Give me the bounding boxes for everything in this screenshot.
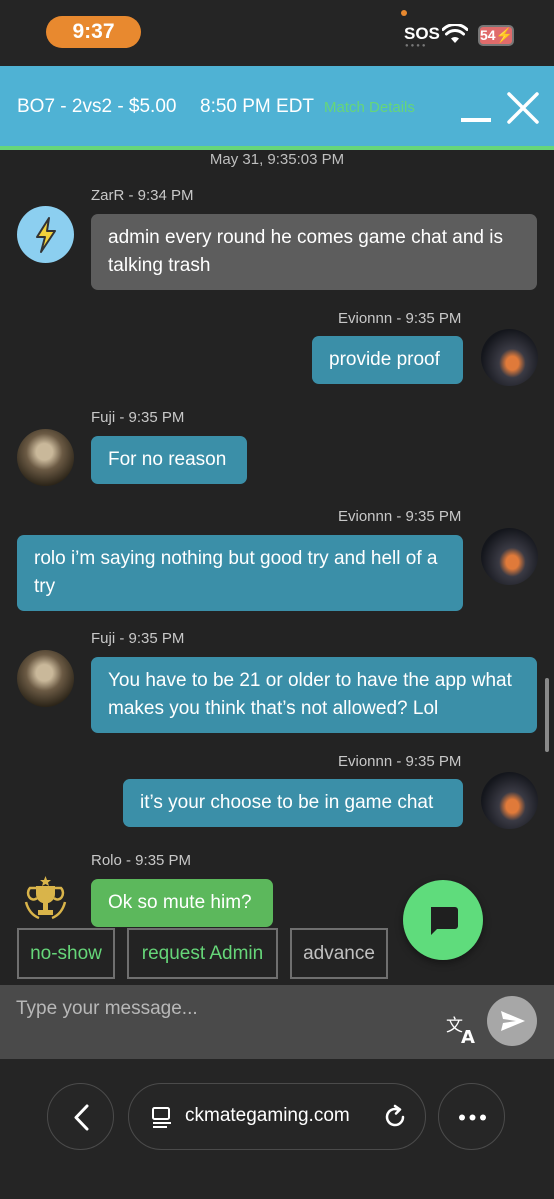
wifi-icon (442, 24, 468, 43)
match-header: BO7 - 2vs2 - $5.00 8:50 PM EDT Match Det… (0, 66, 554, 150)
close-icon[interactable] (505, 90, 541, 126)
no-show-button[interactable]: no-show (17, 928, 115, 979)
reader-mode-icon[interactable] (151, 1106, 175, 1130)
message-meta: Fuji - 9:35 PM (91, 630, 185, 647)
message-bubble: You have to be 21 or older to have the a… (91, 657, 537, 733)
avatar[interactable] (17, 429, 74, 486)
chat-bubble-icon (431, 907, 458, 935)
sos-indicator: SOS (404, 24, 440, 43)
date-stamp: May 31, 9:35:03 PM (209, 151, 345, 168)
trophy-icon (24, 876, 67, 920)
chat-fab-button[interactable] (403, 880, 483, 960)
avatar[interactable] (481, 329, 538, 386)
status-time: 9:37 (46, 16, 141, 48)
more-options-button[interactable] (438, 1083, 505, 1150)
message-bubble: provide proof (312, 336, 463, 384)
send-icon (501, 1011, 525, 1031)
avatar[interactable] (481, 772, 538, 829)
avatar[interactable] (17, 206, 74, 263)
avatar[interactable] (481, 528, 538, 585)
match-title: BO7 - 2vs2 - $5.00 (17, 96, 177, 117)
chevron-left-icon (74, 1104, 89, 1131)
chat-scrollbar[interactable] (545, 678, 549, 752)
translate-icon[interactable]: 文 A (446, 1013, 480, 1045)
message-meta: Fuji - 9:35 PM (91, 409, 185, 426)
match-details-link[interactable]: Match Details (324, 99, 415, 116)
message-meta: Evionnn - 9:35 PM (338, 508, 462, 525)
message-bubble: admin every round he comes game chat and… (91, 214, 537, 290)
request-admin-button[interactable]: request Admin (127, 928, 278, 979)
lightning-icon (36, 217, 56, 253)
message-bubble: Ok so mute him? (91, 879, 273, 927)
back-button[interactable] (47, 1083, 114, 1150)
url-bar[interactable]: ckmategaming.com (128, 1083, 426, 1150)
message-meta: Evionnn - 9:35 PM (338, 753, 462, 770)
avatar[interactable] (17, 650, 74, 707)
more-icon (459, 1114, 486, 1121)
message-bubble: For no reason (91, 436, 247, 484)
message-bubble: rolo i’m saying nothing but good try and… (17, 535, 463, 611)
battery-icon: 54⚡ (478, 25, 514, 46)
chat-area[interactable]: May 31, 9:35:03 PM ZarR - 9:34 PM admin … (0, 150, 554, 985)
message-input[interactable] (16, 991, 436, 1027)
message-bubble: it’s your choose to be in game chat (123, 779, 463, 827)
advance-button[interactable]: advance (290, 928, 388, 979)
battery-level: 54 (480, 27, 496, 43)
minimize-icon[interactable] (461, 118, 491, 122)
browser-toolbar: ckmategaming.com (0, 1059, 554, 1199)
url-text: ckmategaming.com (185, 1105, 350, 1126)
send-button[interactable] (487, 996, 537, 1046)
message-composer: 文 A (0, 985, 554, 1059)
signal-dots-icon: ●●●● (405, 43, 428, 49)
message-meta: ZarR - 9:34 PM (91, 187, 194, 204)
svg-text:A: A (461, 1027, 475, 1045)
status-bar: 9:37 SOS ●●●● 54⚡ (0, 0, 554, 66)
match-time: 8:50 PM EDT (200, 96, 315, 117)
recording-dot-icon (401, 10, 407, 16)
reload-icon[interactable] (381, 1103, 409, 1131)
avatar[interactable] (17, 872, 74, 929)
message-meta: Rolo - 9:35 PM (91, 852, 192, 869)
message-meta: Evionnn - 9:35 PM (338, 310, 462, 327)
